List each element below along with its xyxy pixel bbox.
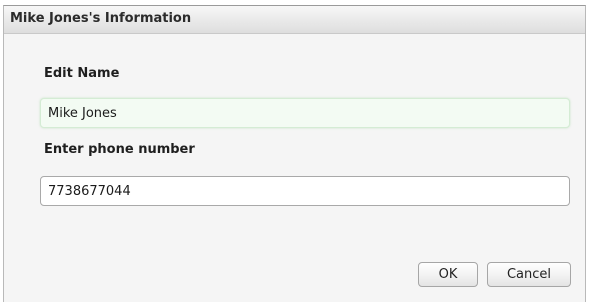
dialog-body: Edit Name Enter phone number OK Cancel (4, 34, 585, 302)
phone-number-input[interactable] (40, 176, 570, 206)
edit-name-label: Edit Name (44, 66, 120, 81)
name-input[interactable] (40, 98, 570, 128)
dialog-title: Mike Jones's Information (10, 11, 192, 26)
page: Mike Jones's Information Edit Name Enter… (0, 0, 590, 302)
cancel-button[interactable]: Cancel (487, 262, 571, 287)
phone-number-label: Enter phone number (44, 142, 195, 157)
contact-info-dialog: Mike Jones's Information Edit Name Enter… (3, 5, 586, 302)
ok-button[interactable]: OK (418, 262, 478, 287)
dialog-titlebar[interactable]: Mike Jones's Information (4, 6, 585, 34)
